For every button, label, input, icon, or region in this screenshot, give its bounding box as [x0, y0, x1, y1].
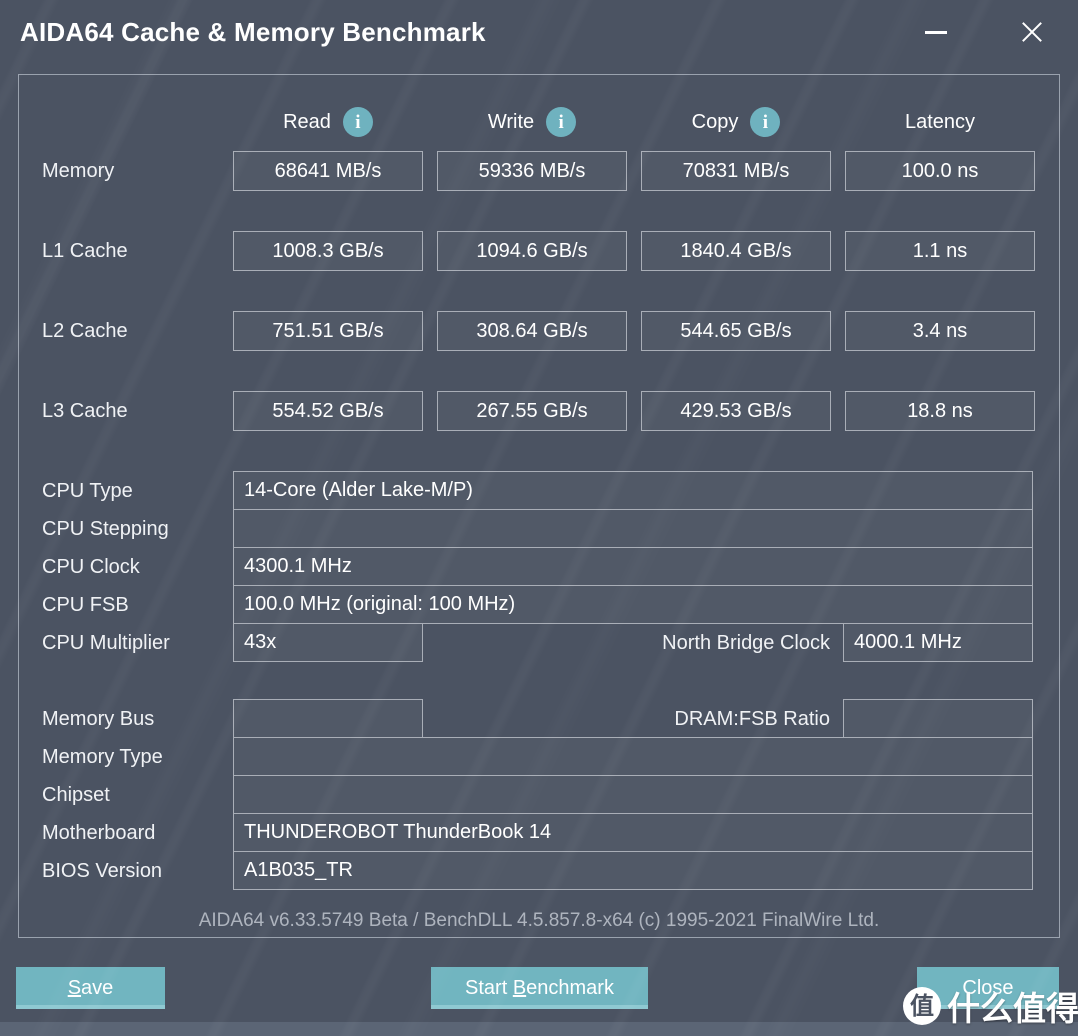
window-bottom-edge [0, 1022, 1078, 1036]
start-label-accel: B [512, 976, 527, 999]
value-l1-read: 1008.3 GB/s [233, 231, 423, 271]
value-dram-fsb-ratio [843, 699, 1033, 738]
row-label-cpu-multiplier: CPU Multiplier [42, 632, 170, 654]
minimize-icon [925, 30, 947, 34]
value-cpu-clock: 4300.1 MHz [233, 547, 1033, 586]
value-memory-read: 68641 MB/s [233, 151, 423, 191]
window-title: AIDA64 Cache & Memory Benchmark [20, 17, 486, 47]
row-label-cpu-clock: CPU Clock [42, 556, 140, 578]
title-bar[interactable]: AIDA64 Cache & Memory Benchmark [0, 0, 1078, 72]
label-dram-fsb-ratio: DRAM:FSB Ratio [674, 708, 830, 730]
row-label-l3-cache: L3 Cache [42, 400, 128, 422]
value-memory-type [233, 737, 1033, 776]
value-memory-copy: 70831 MB/s [641, 151, 831, 191]
value-l3-copy: 429.53 GB/s [641, 391, 831, 431]
row-label-cpu-stepping: CPU Stepping [42, 518, 169, 540]
row-label-motherboard: Motherboard [42, 822, 156, 844]
column-header-write: Write i [437, 104, 627, 140]
value-l2-read: 751.51 GB/s [233, 311, 423, 351]
info-icon-copy[interactable]: i [750, 107, 781, 137]
value-bios-version: A1B035_TR [233, 851, 1033, 890]
row-label-memory-bus: Memory Bus [42, 708, 155, 730]
row-label-cpu-fsb: CPU FSB [42, 594, 129, 616]
column-header-read: Read i [233, 104, 423, 140]
value-cpu-type: 14-Core (Alder Lake-M/P) [233, 471, 1033, 510]
value-memory-write: 59336 MB/s [437, 151, 627, 191]
version-text: AIDA64 v6.33.5749 Beta / BenchDLL 4.5.85… [198, 910, 880, 931]
value-l1-latency: 1.1 ns [845, 231, 1035, 271]
info-icon-read[interactable]: i [342, 107, 373, 137]
save-label-post: ave [81, 976, 114, 999]
column-header-write-label: Write [487, 110, 535, 133]
start-label-post: enchmark [526, 976, 614, 999]
value-cpu-multiplier: 43x [233, 623, 423, 662]
value-l3-latency: 18.8 ns [845, 391, 1035, 431]
value-l3-write: 267.55 GB/s [437, 391, 627, 431]
start-benchmark-button[interactable]: Start Benchmark [431, 967, 648, 1009]
close-label: Close [962, 976, 1014, 999]
value-l1-copy: 1840.4 GB/s [641, 231, 831, 271]
row-label-cpu-type: CPU Type [42, 480, 133, 502]
column-header-read-label: Read [283, 110, 331, 133]
save-button[interactable]: Save [16, 967, 165, 1009]
column-header-latency: Latency [845, 104, 1035, 140]
value-north-bridge-clock: 4000.1 MHz [843, 623, 1033, 662]
window-close-button[interactable] [1006, 10, 1058, 54]
label-north-bridge-clock: North Bridge Clock [662, 632, 830, 654]
row-label-bios-version: BIOS Version [42, 860, 163, 882]
row-label-chipset: Chipset [42, 784, 110, 806]
value-chipset [233, 775, 1033, 814]
save-label-accel: S [67, 976, 82, 999]
value-cpu-fsb: 100.0 MHz (original: 100 MHz) [233, 585, 1033, 624]
value-l3-read: 554.52 GB/s [233, 391, 423, 431]
minimize-button[interactable] [910, 10, 962, 54]
row-label-l1-cache: L1 Cache [42, 240, 128, 262]
close-button[interactable]: Close [917, 967, 1059, 1009]
value-l2-copy: 544.65 GB/s [641, 311, 831, 351]
value-l1-write: 1094.6 GB/s [437, 231, 627, 271]
close-icon [1019, 19, 1045, 45]
start-label-pre: Start [465, 976, 513, 999]
column-header-latency-label: Latency [904, 110, 976, 133]
row-label-memory: Memory [42, 160, 115, 182]
row-label-memory-type: Memory Type [42, 746, 163, 768]
info-icon-write[interactable]: i [546, 107, 577, 137]
row-label-l2-cache: L2 Cache [42, 320, 128, 342]
value-memory-latency: 100.0 ns [845, 151, 1035, 191]
value-memory-bus [233, 699, 423, 738]
value-l2-write: 308.64 GB/s [437, 311, 627, 351]
value-cpu-stepping [233, 509, 1033, 548]
value-motherboard: THUNDEROBOT ThunderBook 14 [233, 813, 1033, 852]
value-l2-latency: 3.4 ns [845, 311, 1035, 351]
column-header-copy: Copy i [641, 104, 831, 140]
column-header-copy-label: Copy [691, 110, 739, 133]
